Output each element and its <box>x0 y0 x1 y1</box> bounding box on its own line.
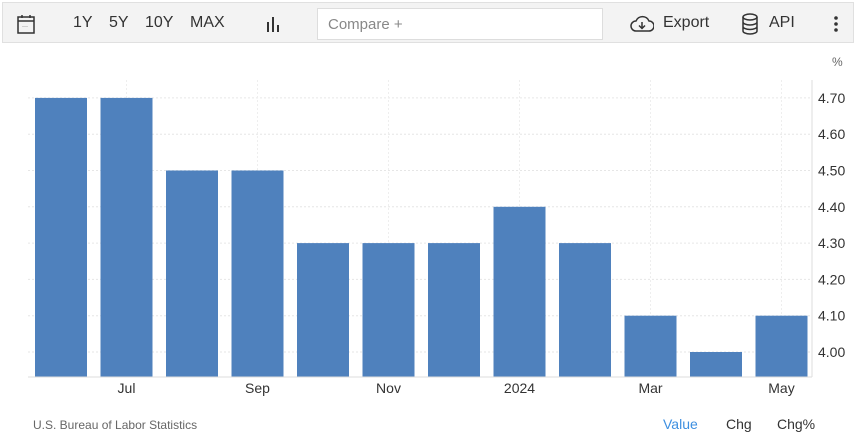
bar-Aug[interactable] <box>166 170 218 378</box>
x-tick-label: 2024 <box>504 380 535 396</box>
y-tick-label: 4.00 <box>818 344 845 360</box>
bar-Mar[interactable] <box>624 315 677 377</box>
source-label: U.S. Bureau of Labor Statistics <box>33 418 198 432</box>
tab-chg[interactable]: Chg <box>726 416 752 432</box>
x-tick-label: Sep <box>245 380 270 396</box>
bar-Oct[interactable] <box>297 243 349 377</box>
bar-Apr[interactable] <box>690 352 742 377</box>
y-tick-label: 4.60 <box>818 126 845 142</box>
x-tick-label: Jul <box>118 380 136 396</box>
bar-May[interactable] <box>755 315 808 377</box>
y-tick-label: 4.20 <box>818 271 845 287</box>
tab-chg-percent[interactable]: Chg% <box>777 416 815 432</box>
bar-Sep[interactable] <box>231 170 284 378</box>
y-tick-label: 4.30 <box>818 235 845 251</box>
y-tick-label: 4.70 <box>818 90 845 106</box>
bar-chart: % 4.00 4.10 4.20 4.30 4.40 4.50 4.60 4.70 Jul Sep… <box>28 55 845 396</box>
tab-value[interactable]: Value <box>663 416 698 432</box>
y-tick-label: 4.40 <box>818 199 845 215</box>
bar-Nov[interactable] <box>362 243 415 377</box>
bar-Jul[interactable] <box>100 97 153 378</box>
y-tick-label: 4.50 <box>818 163 845 179</box>
bar-Jun[interactable] <box>35 97 87 378</box>
y-tick-label: 4.10 <box>818 308 845 324</box>
bar-2024[interactable] <box>493 206 546 377</box>
x-tick-label: May <box>768 380 794 396</box>
y-axis-unit: % <box>832 55 843 69</box>
x-tick-label: Mar <box>638 380 662 396</box>
bar-Feb[interactable] <box>559 243 611 377</box>
x-tick-label: Nov <box>376 380 401 396</box>
bar-Dec[interactable] <box>428 243 480 377</box>
